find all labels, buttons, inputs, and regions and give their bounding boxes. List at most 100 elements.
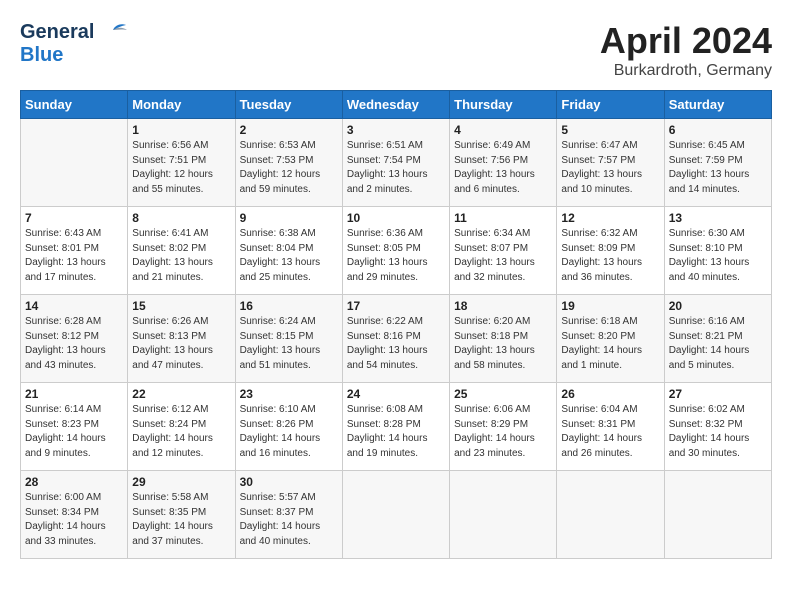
weekday-header-monday: Monday [128,91,235,119]
day-number: 20 [669,299,767,313]
day-info: Sunrise: 6:26 AM Sunset: 8:13 PM Dayligh… [132,315,230,373]
day-info: Sunrise: 6:53 AM Sunset: 7:53 PM Dayligh… [240,139,338,197]
calendar-cell: 6Sunrise: 6:45 AM Sunset: 7:59 PM Daylig… [664,119,771,207]
weekday-header-tuesday: Tuesday [235,91,342,119]
calendar-cell: 3 Sunrise: 6:51 AM Sunset: 7:54 PM Daylig… [342,119,449,207]
day-number: 15 [132,299,230,313]
day-info: Sunrise: 6:16 AM Sunset: 8:21 PM Dayligh… [669,315,767,373]
calendar-cell: 20 Sunrise: 6:16 AM Sunset: 8:21 PM Dayli… [664,295,771,383]
day-number: 21 [25,387,123,401]
day-number: 29 [132,475,230,489]
day-info: Sunrise: 6:28 AM Sunset: 8:12 PM Dayligh… [25,315,123,373]
day-info: Sunrise: 5:58 AM Sunset: 8:35 PM Dayligh… [132,491,230,549]
logo-text-blue: Blue [20,44,63,67]
day-number: 16 [240,299,338,313]
logo: General Blue [20,20,127,67]
page-header: General Blue April 2024 Burkardroth, Ger… [20,20,772,80]
day-number: 22 [132,387,230,401]
calendar-cell: 22 Sunrise: 6:12 AM Sunset: 8:24 PM Dayli… [128,383,235,471]
day-number: 3 [347,123,445,137]
week-row-3: 14 Sunrise: 6:28 AM Sunset: 8:12 PM Dayli… [21,295,772,383]
day-number: 10 [347,211,445,225]
weekday-header-row: SundayMondayTuesdayWednesdayThursdayFrid… [21,91,772,119]
calendar-cell: 2 Sunrise: 6:53 AM Sunset: 7:53 PM Daylig… [235,119,342,207]
week-row-1: 1 Sunrise: 6:56 AM Sunset: 7:51 PM Daylig… [21,119,772,207]
day-number: 19 [561,299,659,313]
calendar-cell: 11Sunrise: 6:34 AM Sunset: 8:07 PM Dayli… [450,207,557,295]
calendar-cell: 18 Sunrise: 6:20 AM Sunset: 8:18 PM Dayli… [450,295,557,383]
calendar-cell: 19Sunrise: 6:18 AM Sunset: 8:20 PM Dayli… [557,295,664,383]
calendar-cell: 17 Sunrise: 6:22 AM Sunset: 8:16 PM Dayli… [342,295,449,383]
calendar-cell: 10 Sunrise: 6:36 AM Sunset: 8:05 PM Dayli… [342,207,449,295]
day-info: Sunrise: 6:30 AM Sunset: 8:10 PM Dayligh… [669,227,767,285]
day-info: Sunrise: 6:04 AM Sunset: 8:31 PM Dayligh… [561,403,659,461]
day-info: Sunrise: 6:00 AM Sunset: 8:34 PM Dayligh… [25,491,123,549]
calendar-cell: 7 Sunrise: 6:43 AM Sunset: 8:01 PM Daylig… [21,207,128,295]
day-number: 26 [561,387,659,401]
weekday-header-sunday: Sunday [21,91,128,119]
calendar-cell [557,471,664,559]
day-info: Sunrise: 6:22 AM Sunset: 8:16 PM Dayligh… [347,315,445,373]
day-info: Sunrise: 6:12 AM Sunset: 8:24 PM Dayligh… [132,403,230,461]
day-info: Sunrise: 6:56 AM Sunset: 7:51 PM Dayligh… [132,139,230,197]
weekday-header-saturday: Saturday [664,91,771,119]
day-info: Sunrise: 6:08 AM Sunset: 8:28 PM Dayligh… [347,403,445,461]
calendar-cell: 12Sunrise: 6:32 AM Sunset: 8:09 PM Dayli… [557,207,664,295]
weekday-header-friday: Friday [557,91,664,119]
day-number: 25 [454,387,552,401]
calendar-cell: 14 Sunrise: 6:28 AM Sunset: 8:12 PM Dayli… [21,295,128,383]
calendar-cell: 30 Sunrise: 5:57 AM Sunset: 8:37 PM Dayli… [235,471,342,559]
day-number: 18 [454,299,552,313]
calendar-cell [342,471,449,559]
day-number: 17 [347,299,445,313]
day-number: 27 [669,387,767,401]
location-title: Burkardroth, Germany [600,62,772,80]
calendar-cell: 5Sunrise: 6:47 AM Sunset: 7:57 PM Daylig… [557,119,664,207]
day-info: Sunrise: 6:06 AM Sunset: 8:29 PM Dayligh… [454,403,552,461]
calendar-cell: 27 Sunrise: 6:02 AM Sunset: 8:32 PM Dayli… [664,383,771,471]
day-number: 23 [240,387,338,401]
day-number: 1 [132,123,230,137]
day-info: Sunrise: 6:24 AM Sunset: 8:15 PM Dayligh… [240,315,338,373]
day-info: Sunrise: 6:20 AM Sunset: 8:18 PM Dayligh… [454,315,552,373]
day-number: 6 [669,123,767,137]
calendar-table: SundayMondayTuesdayWednesdayThursdayFrid… [20,90,772,559]
calendar-cell: 4 Sunrise: 6:49 AM Sunset: 7:56 PM Daylig… [450,119,557,207]
day-info: Sunrise: 6:43 AM Sunset: 8:01 PM Dayligh… [25,227,123,285]
calendar-cell: 15 Sunrise: 6:26 AM Sunset: 8:13 PM Dayli… [128,295,235,383]
day-number: 4 [454,123,552,137]
weekday-header-thursday: Thursday [450,91,557,119]
calendar-cell: 23 Sunrise: 6:10 AM Sunset: 8:26 PM Dayli… [235,383,342,471]
day-info: Sunrise: 6:10 AM Sunset: 8:26 PM Dayligh… [240,403,338,461]
day-number: 30 [240,475,338,489]
calendar-cell: 1 Sunrise: 6:56 AM Sunset: 7:51 PM Daylig… [128,119,235,207]
day-info: Sunrise: 6:49 AM Sunset: 7:56 PM Dayligh… [454,139,552,197]
day-info: Sunrise: 5:57 AM Sunset: 8:37 PM Dayligh… [240,491,338,549]
calendar-cell [21,119,128,207]
day-info: Sunrise: 6:32 AM Sunset: 8:09 PM Dayligh… [561,227,659,285]
day-info: Sunrise: 6:51 AM Sunset: 7:54 PM Dayligh… [347,139,445,197]
day-info: Sunrise: 6:38 AM Sunset: 8:04 PM Dayligh… [240,227,338,285]
day-info: Sunrise: 6:34 AM Sunset: 8:07 PM Dayligh… [454,227,552,285]
day-number: 5 [561,123,659,137]
calendar-cell: 21 Sunrise: 6:14 AM Sunset: 8:23 PM Dayli… [21,383,128,471]
day-info: Sunrise: 6:36 AM Sunset: 8:05 PM Dayligh… [347,227,445,285]
calendar-cell: 9 Sunrise: 6:38 AM Sunset: 8:04 PM Daylig… [235,207,342,295]
day-number: 14 [25,299,123,313]
day-number: 7 [25,211,123,225]
calendar-cell [664,471,771,559]
logo-text-general: General [20,21,94,43]
calendar-cell: 26 Sunrise: 6:04 AM Sunset: 8:31 PM Dayli… [557,383,664,471]
calendar-cell: 13Sunrise: 6:30 AM Sunset: 8:10 PM Dayli… [664,207,771,295]
week-row-4: 21 Sunrise: 6:14 AM Sunset: 8:23 PM Dayli… [21,383,772,471]
calendar-cell: 24Sunrise: 6:08 AM Sunset: 8:28 PM Dayli… [342,383,449,471]
day-info: Sunrise: 6:14 AM Sunset: 8:23 PM Dayligh… [25,403,123,461]
title-block: April 2024 Burkardroth, Germany [600,20,772,80]
day-number: 2 [240,123,338,137]
day-number: 9 [240,211,338,225]
month-title: April 2024 [600,20,772,62]
calendar-cell: 28 Sunrise: 6:00 AM Sunset: 8:34 PM Dayli… [21,471,128,559]
day-info: Sunrise: 6:02 AM Sunset: 8:32 PM Dayligh… [669,403,767,461]
calendar-cell: 8Sunrise: 6:41 AM Sunset: 8:02 PM Daylig… [128,207,235,295]
day-number: 28 [25,475,123,489]
